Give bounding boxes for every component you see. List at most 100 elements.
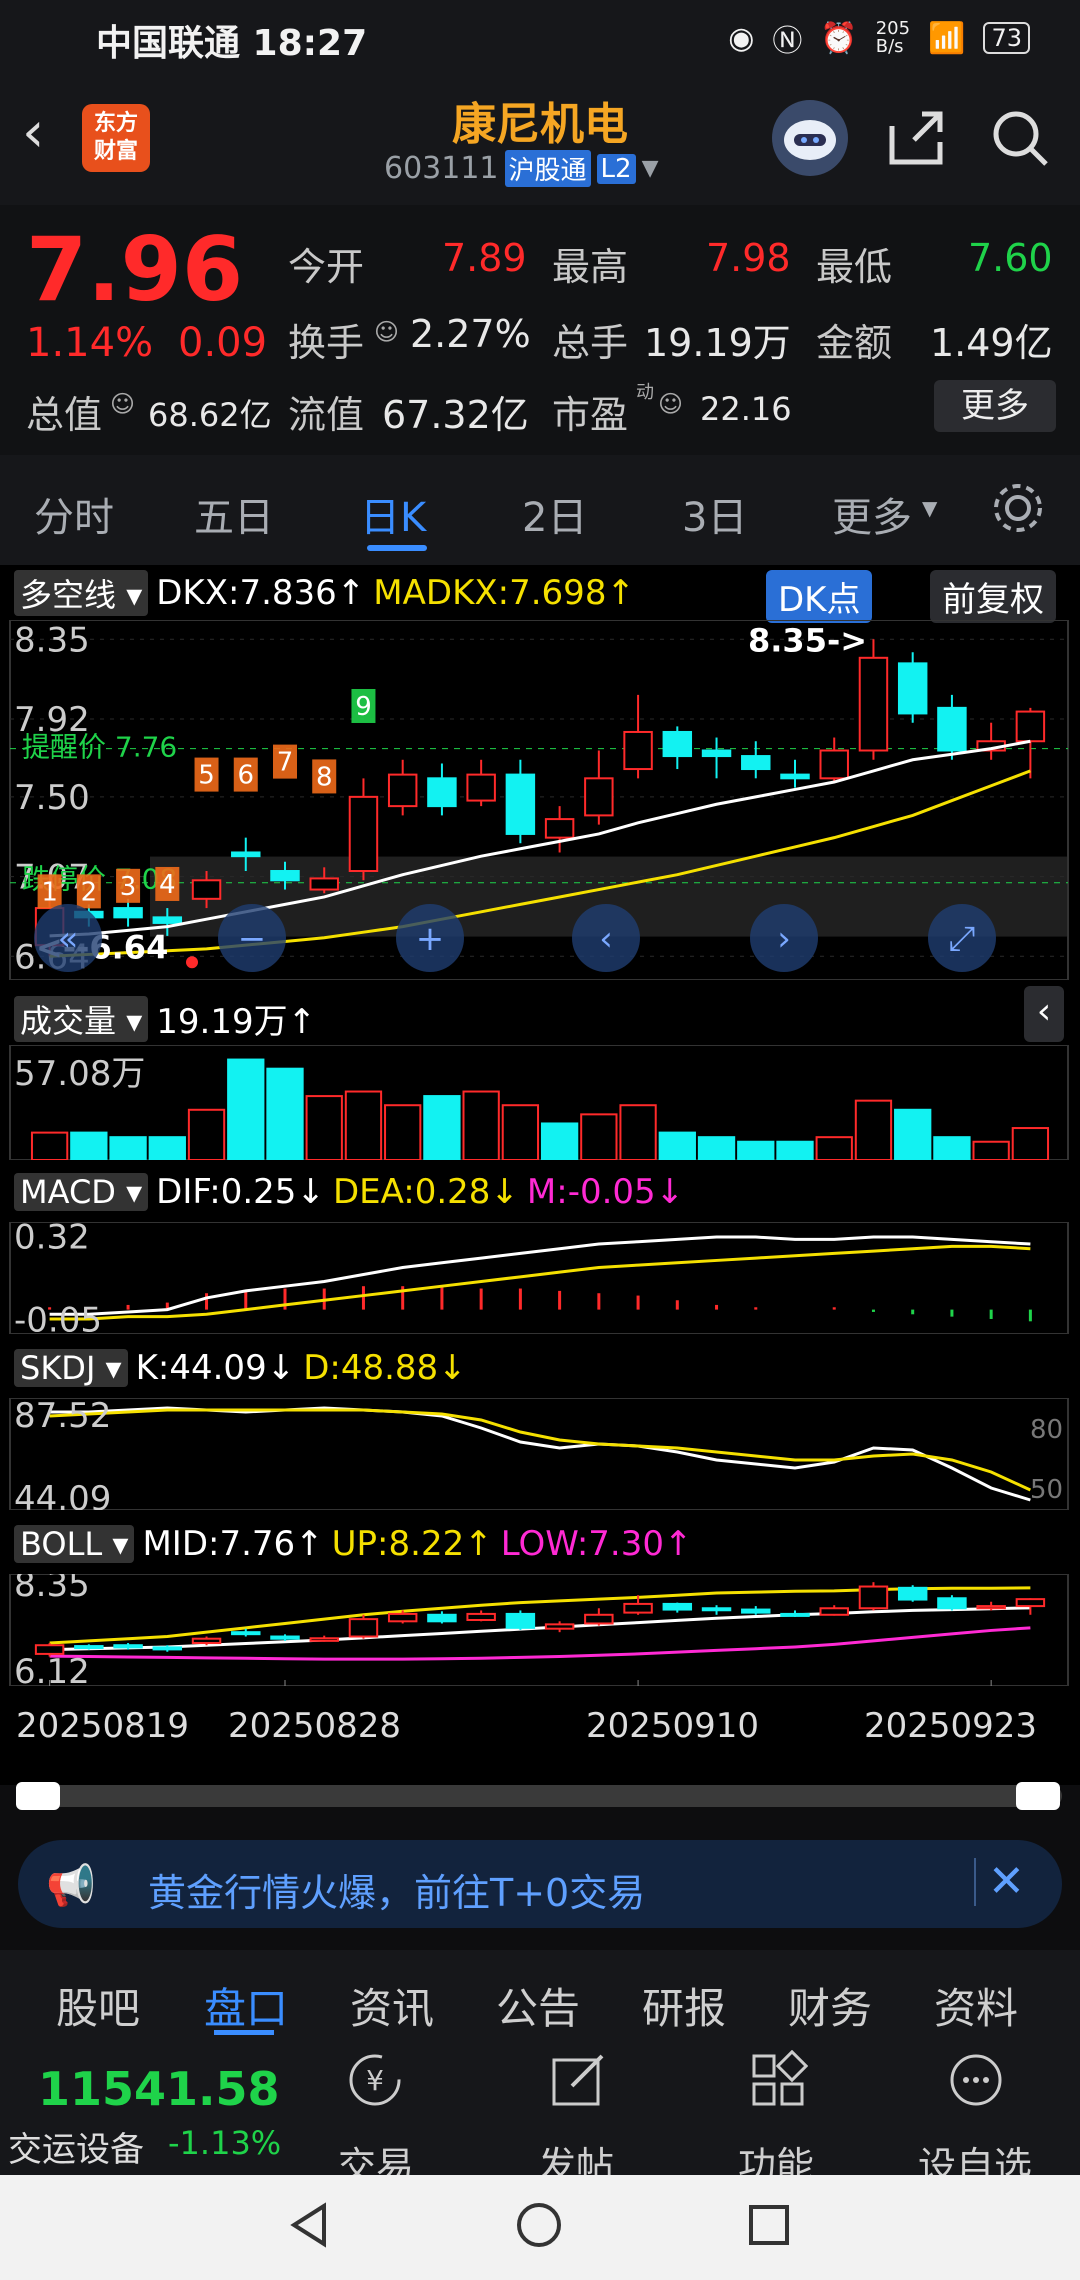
close-icon[interactable]: ✕	[988, 1856, 1025, 1907]
edit-post-icon[interactable]	[548, 2050, 608, 2114]
tab-profile[interactable]: 资料	[934, 1975, 1018, 2036]
macd-m: M:-0.05↓	[526, 1172, 685, 1212]
banner-text[interactable]: 黄金行情火爆，前往T+0交易	[148, 1862, 645, 1917]
battery-icon: 73	[983, 22, 1030, 54]
boll-candle-body	[152, 1646, 183, 1651]
tab-3day[interactable]: 3日	[682, 485, 747, 543]
pe-sup: 动	[636, 382, 654, 403]
kline-indicator-select[interactable]: 多空线 ▾	[14, 570, 149, 616]
robot-assistant-icon[interactable]	[772, 100, 848, 176]
net-speed: 205 B/s	[875, 18, 911, 57]
volume-bar	[658, 1131, 696, 1160]
tab-financials[interactable]: 财务	[788, 1975, 872, 2036]
tab-news[interactable]: 资讯	[350, 1975, 434, 2036]
index-name[interactable]: 交运设备	[8, 2122, 144, 2171]
search-icon[interactable]	[990, 108, 1050, 172]
tab-research[interactable]: 研报	[642, 1975, 726, 2036]
turnover-value: 2.27%	[410, 312, 531, 356]
boll-candle-body	[113, 1644, 143, 1649]
candle-body	[623, 730, 653, 771]
trade-icon[interactable]: ¥	[345, 2050, 405, 2114]
more-button[interactable]: 更多	[934, 380, 1056, 432]
boll-mid: MID:7.76↑	[142, 1524, 324, 1564]
index-value[interactable]: 11541.58	[38, 2062, 280, 2116]
skdj-y-label: 44.09	[14, 1479, 111, 1510]
dk-point-button[interactable]: DK点	[766, 570, 873, 623]
collapse-panel-icon[interactable]: ‹	[1024, 986, 1064, 1042]
tab-more[interactable]: 更多	[832, 485, 912, 543]
info-icon[interactable]: ☺	[658, 390, 683, 418]
volume-bar	[344, 1090, 383, 1160]
sequence-number: 5	[198, 761, 215, 791]
candle-body	[1015, 710, 1046, 743]
macd-header: MACD ▾ DIF:0.25↓ DEA:0.28↓ M:-0.05↓	[14, 1172, 684, 1212]
macd-chart[interactable]: 0.32 -0.05	[0, 1222, 1080, 1334]
slider-left-handle[interactable]	[16, 1782, 60, 1810]
nav-home-icon[interactable]	[514, 2200, 564, 2254]
gear-icon[interactable]	[990, 480, 1046, 540]
volume-bar	[1011, 1127, 1050, 1160]
volume-bar	[854, 1099, 893, 1160]
tab-forum[interactable]: 股吧	[56, 1975, 140, 2036]
candle-body	[505, 773, 536, 835]
macd-y-label: 0.32	[14, 1222, 90, 1258]
tab-five-day[interactable]: 五日	[194, 485, 274, 543]
skdj-chart[interactable]: 87.52 44.09 80 50	[0, 1398, 1080, 1510]
nav-recents-icon[interactable]	[744, 2200, 794, 2254]
stock-code-row[interactable]: 603111 沪股通 L2 ▼	[384, 150, 659, 187]
boll-y-label: 6.12	[14, 1652, 90, 1686]
nav-back-icon[interactable]	[284, 2200, 334, 2254]
skdj-k: K:44.09↓	[135, 1348, 296, 1388]
tab-minute[interactable]: 分时	[34, 485, 114, 543]
adjust-button[interactable]: 前复权	[930, 570, 1056, 623]
pe-value: 22.16	[700, 390, 792, 428]
amount-label: 金额	[816, 321, 893, 365]
boll-indicator-select[interactable]: BOLL ▾	[14, 1525, 135, 1563]
volume-bar	[266, 1067, 304, 1160]
y-axis-label: 8.35	[14, 620, 90, 660]
boll-chart[interactable]: 8.35 6.12	[0, 1574, 1080, 1686]
boll-candle-body	[309, 1637, 339, 1642]
sequence-number: 6	[237, 761, 254, 791]
boll-candle-body	[74, 1645, 104, 1650]
kline-chart[interactable]: 8.357.927.507.076.64提醒价 7.76跌停价 7.081234…	[0, 620, 1080, 980]
boll-candle-body	[466, 1612, 496, 1622]
sequence-number: 2	[81, 877, 98, 907]
status-icons: ◉ Ⓝ ⏰ 205 B/s 📶 73	[728, 16, 1030, 60]
info-icon[interactable]: ☺	[110, 390, 135, 418]
volume-bar	[305, 1095, 343, 1160]
candle-body	[741, 755, 771, 771]
boll-candle-body	[348, 1618, 379, 1638]
volume-chart[interactable]: 57.08万	[0, 1045, 1080, 1160]
range-slider[interactable]	[18, 1785, 1062, 1807]
info-icon[interactable]: ☺	[374, 318, 399, 346]
volume-bar	[109, 1136, 147, 1160]
share-icon[interactable]	[886, 108, 946, 172]
nfc-icon: Ⓝ	[772, 24, 803, 59]
tab-2day[interactable]: 2日	[522, 485, 587, 543]
apps-grid-icon[interactable]	[748, 2049, 809, 2114]
boll-candle-body	[1015, 1598, 1046, 1608]
low-value: 7.60	[968, 236, 1053, 280]
amount-value: 1.49亿	[930, 321, 1053, 365]
tab-orderbook[interactable]: 盘口	[204, 1975, 288, 2036]
market-tag: 沪股通	[504, 150, 591, 187]
volume-bar	[972, 1140, 1010, 1160]
macd-indicator-select[interactable]: MACD ▾	[14, 1173, 149, 1211]
candle-body	[701, 749, 732, 758]
tab-daily-k[interactable]: 日K	[360, 485, 426, 543]
boll-header: BOLL ▾ MID:7.76↑ UP:8.22↑ LOW:7.30↑	[14, 1524, 692, 1564]
boll-candle-body	[270, 1635, 300, 1640]
boll-candle-body	[191, 1637, 222, 1645]
boll-candle-body	[976, 1605, 1006, 1610]
slider-right-handle[interactable]	[1016, 1782, 1060, 1810]
date-label: 20250910	[586, 1706, 760, 1746]
more-circle-icon[interactable]	[946, 2050, 1006, 2114]
volume-bar	[501, 1104, 540, 1160]
skdj-d: D:48.88↓	[303, 1348, 467, 1388]
volume-indicator-select[interactable]: 成交量 ▾	[14, 995, 149, 1042]
high-value: 7.98	[706, 236, 791, 280]
volume-bar	[540, 1122, 579, 1160]
skdj-indicator-select[interactable]: SKDJ ▾	[14, 1349, 128, 1387]
tab-announcements[interactable]: 公告	[496, 1975, 580, 2036]
